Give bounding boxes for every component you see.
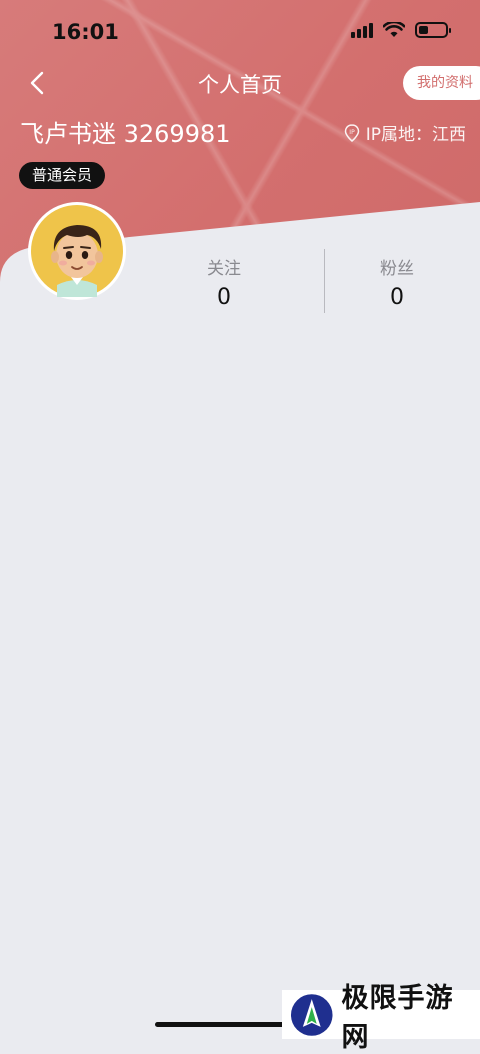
following-label: 关注	[207, 259, 241, 279]
member-badge: 普通会员	[19, 162, 106, 189]
watermark: 极限手游网	[282, 983, 480, 1053]
battery-icon	[415, 22, 451, 38]
followers-count: 0	[390, 285, 404, 310]
stats-divider	[324, 249, 325, 313]
location-pin-icon: IP	[344, 123, 359, 142]
following-stat[interactable]: 关注 0	[169, 254, 279, 310]
ip-location-text: IP属地：江西	[365, 125, 466, 145]
followers-stat[interactable]: 粉丝 0	[342, 254, 452, 310]
my-profile-button[interactable]: 我的资料	[403, 66, 480, 100]
svg-text:IP: IP	[349, 129, 355, 136]
avatar[interactable]	[28, 202, 126, 300]
wifi-icon	[383, 22, 405, 37]
header-curve	[0, 202, 480, 1039]
signal-icon	[351, 22, 373, 38]
followers-label: 粉丝	[380, 259, 414, 279]
status-icons	[351, 22, 451, 38]
status-time: 16:01	[52, 20, 119, 44]
navigation-bar: 个人首页 我的资料	[0, 62, 480, 106]
status-bar: 16:01	[0, 0, 480, 62]
watermark-text: 极限手游网	[341, 982, 454, 1053]
following-count: 0	[217, 285, 231, 310]
username: 飞卢书迷 3269981	[20, 120, 231, 148]
ip-location: IP IP属地：江西	[344, 120, 466, 145]
watermark-logo-icon	[290, 993, 333, 1036]
